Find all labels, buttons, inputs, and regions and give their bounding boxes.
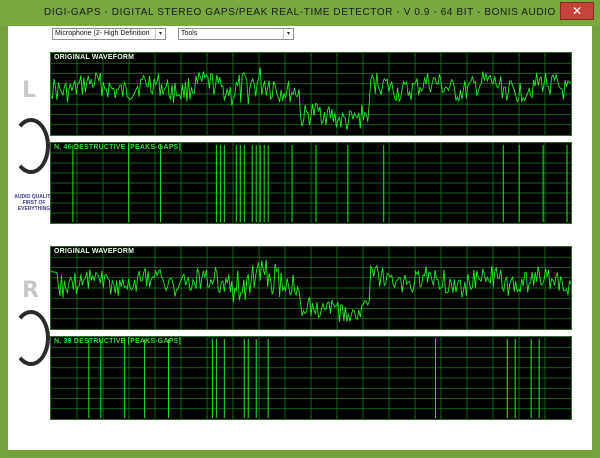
right-destructive-panel: N. 39 DESTRUCTIVE [PEAKS-GAPS] <box>50 336 572 420</box>
right-waveform-label: ORIGINAL WAVEFORM <box>54 248 135 255</box>
right-waveform-panel: ORIGINAL WAVEFORM <box>50 246 572 330</box>
left-waveform-label: ORIGINAL WAVEFORM <box>54 54 135 61</box>
chevron-down-icon[interactable]: ▾ <box>283 29 293 39</box>
left-destructive-scope <box>51 143 571 223</box>
left-waveform-panel: ORIGINAL WAVEFORM <box>50 52 572 136</box>
right-destructive-scope <box>51 337 571 419</box>
tools-value: Tools <box>181 30 198 37</box>
input-device-select[interactable]: Microphone (2- High Definition ▾ <box>52 28 166 40</box>
headphone-logo-icon <box>12 310 50 366</box>
left-destructive-panel: N. 46 DESTRUCTIVE [PEAKS-GAPS] <box>50 142 572 224</box>
app-window: DIGI-GAPS - DIGITAL STEREO GAPS/PEAK REA… <box>0 0 600 458</box>
left-channel-letter: L <box>22 78 37 103</box>
left-destructive-label: N. 46 DESTRUCTIVE [PEAKS-GAPS] <box>54 144 181 151</box>
scope-grid <box>51 337 571 419</box>
scope-grid <box>51 53 571 135</box>
right-channel-letter: R <box>22 278 39 303</box>
gap-markers <box>88 338 540 419</box>
right-waveform-scope <box>51 247 571 329</box>
logo-tagline: AUDIO QUALITY FIRST OF EVERYTHING <box>14 194 54 212</box>
scope-grid <box>51 247 571 329</box>
title-bar[interactable]: DIGI-GAPS - DIGITAL STEREO GAPS/PEAK REA… <box>0 0 600 26</box>
left-waveform-scope <box>51 53 571 135</box>
right-destructive-label: N. 39 DESTRUCTIVE [PEAKS-GAPS] <box>54 338 181 345</box>
tools-select[interactable]: Tools ▾ <box>178 28 294 40</box>
window-title: DIGI-GAPS - DIGITAL STEREO GAPS/PEAK REA… <box>44 7 556 18</box>
chevron-down-icon[interactable]: ▾ <box>155 29 165 39</box>
client-area: Microphone (2- High Definition ▾ Tools ▾… <box>8 26 592 450</box>
headphone-logo-icon <box>12 118 50 174</box>
close-button[interactable]: ✕ <box>560 2 594 20</box>
input-device-value: Microphone (2- High Definition <box>55 30 150 37</box>
